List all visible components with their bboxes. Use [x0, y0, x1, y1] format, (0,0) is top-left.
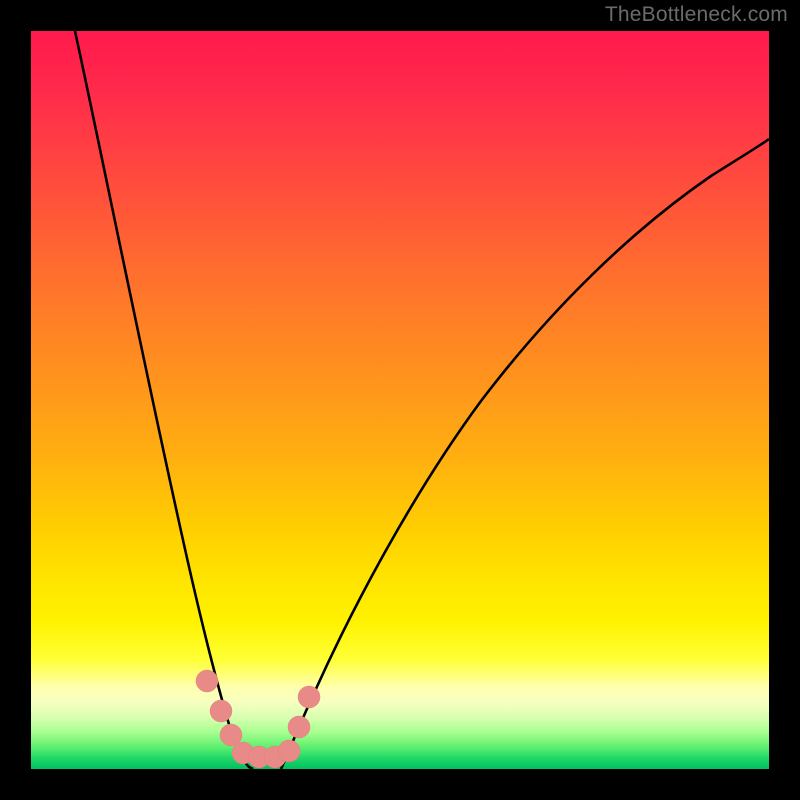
marker-dot: [288, 716, 310, 738]
marker-dot: [196, 670, 218, 692]
marker-dot: [232, 742, 254, 764]
marker-dot: [278, 740, 300, 762]
marker-group: [196, 670, 320, 768]
marker-dot: [220, 724, 242, 746]
watermark-text: TheBottleneck.com: [605, 3, 788, 27]
curve-left: [75, 31, 253, 769]
marker-dot: [248, 746, 270, 768]
marker-dot: [298, 686, 320, 708]
marker-dot: [210, 700, 232, 722]
curve-right: [281, 139, 769, 769]
chart-plot-area: [31, 31, 769, 769]
marker-dot: [264, 746, 286, 768]
chart-svg: [31, 31, 769, 769]
